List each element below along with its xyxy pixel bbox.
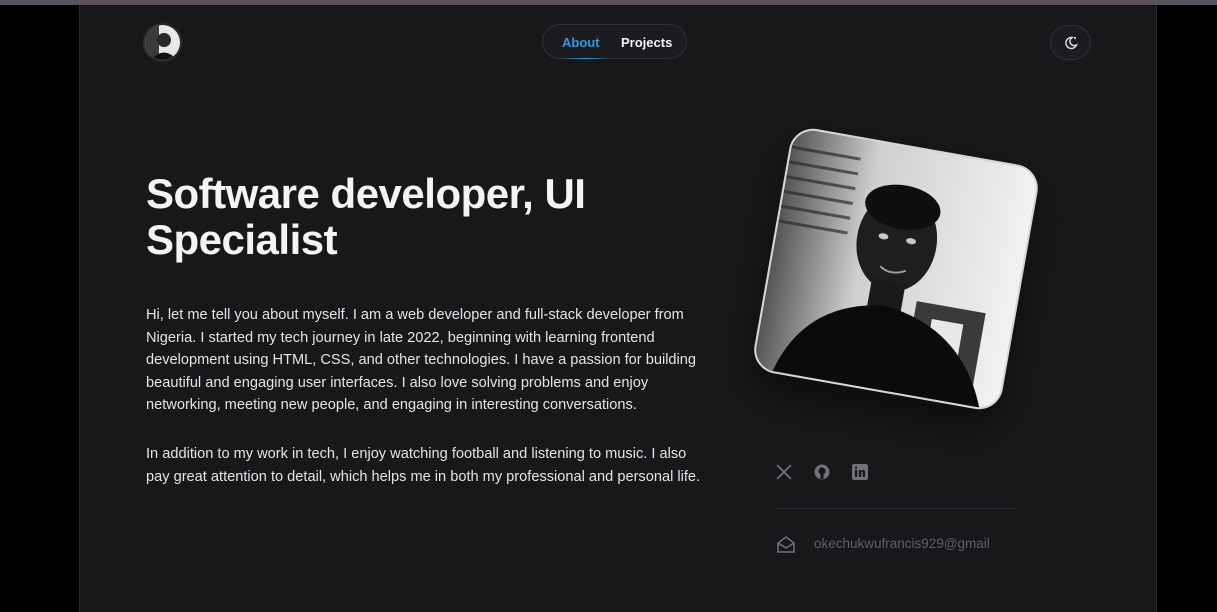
avatar-icon	[145, 25, 180, 60]
portrait-photo-icon	[752, 127, 1040, 411]
page-title: Software developer, UI Specialist	[146, 170, 586, 263]
nav-projects-link[interactable]: Projects	[621, 35, 672, 50]
x-twitter-link[interactable]	[775, 463, 795, 483]
about-paragraph-2: In addition to my work in tech, I enjoy …	[146, 446, 701, 485]
github-link[interactable]	[813, 463, 833, 483]
main-nav: About Projects	[542, 24, 687, 59]
portrait-photo	[750, 125, 1042, 413]
avatar[interactable]	[145, 25, 180, 60]
nav-about-link[interactable]: About	[562, 35, 600, 50]
linkedin-link[interactable]	[851, 463, 871, 483]
mail-icon	[775, 534, 797, 556]
email-link[interactable]: okechukwufrancis929@gmail	[814, 536, 990, 551]
x-twitter-icon	[776, 464, 792, 480]
theme-toggle-button[interactable]	[1050, 25, 1091, 60]
moon-sun-icon	[1064, 36, 1078, 49]
github-icon	[814, 464, 830, 480]
about-paragraph-1: Hi, let me tell you about myself. I am a…	[146, 307, 697, 414]
sidebar-divider	[776, 508, 1016, 509]
active-nav-indicator	[559, 58, 611, 59]
linkedin-icon	[852, 464, 868, 480]
